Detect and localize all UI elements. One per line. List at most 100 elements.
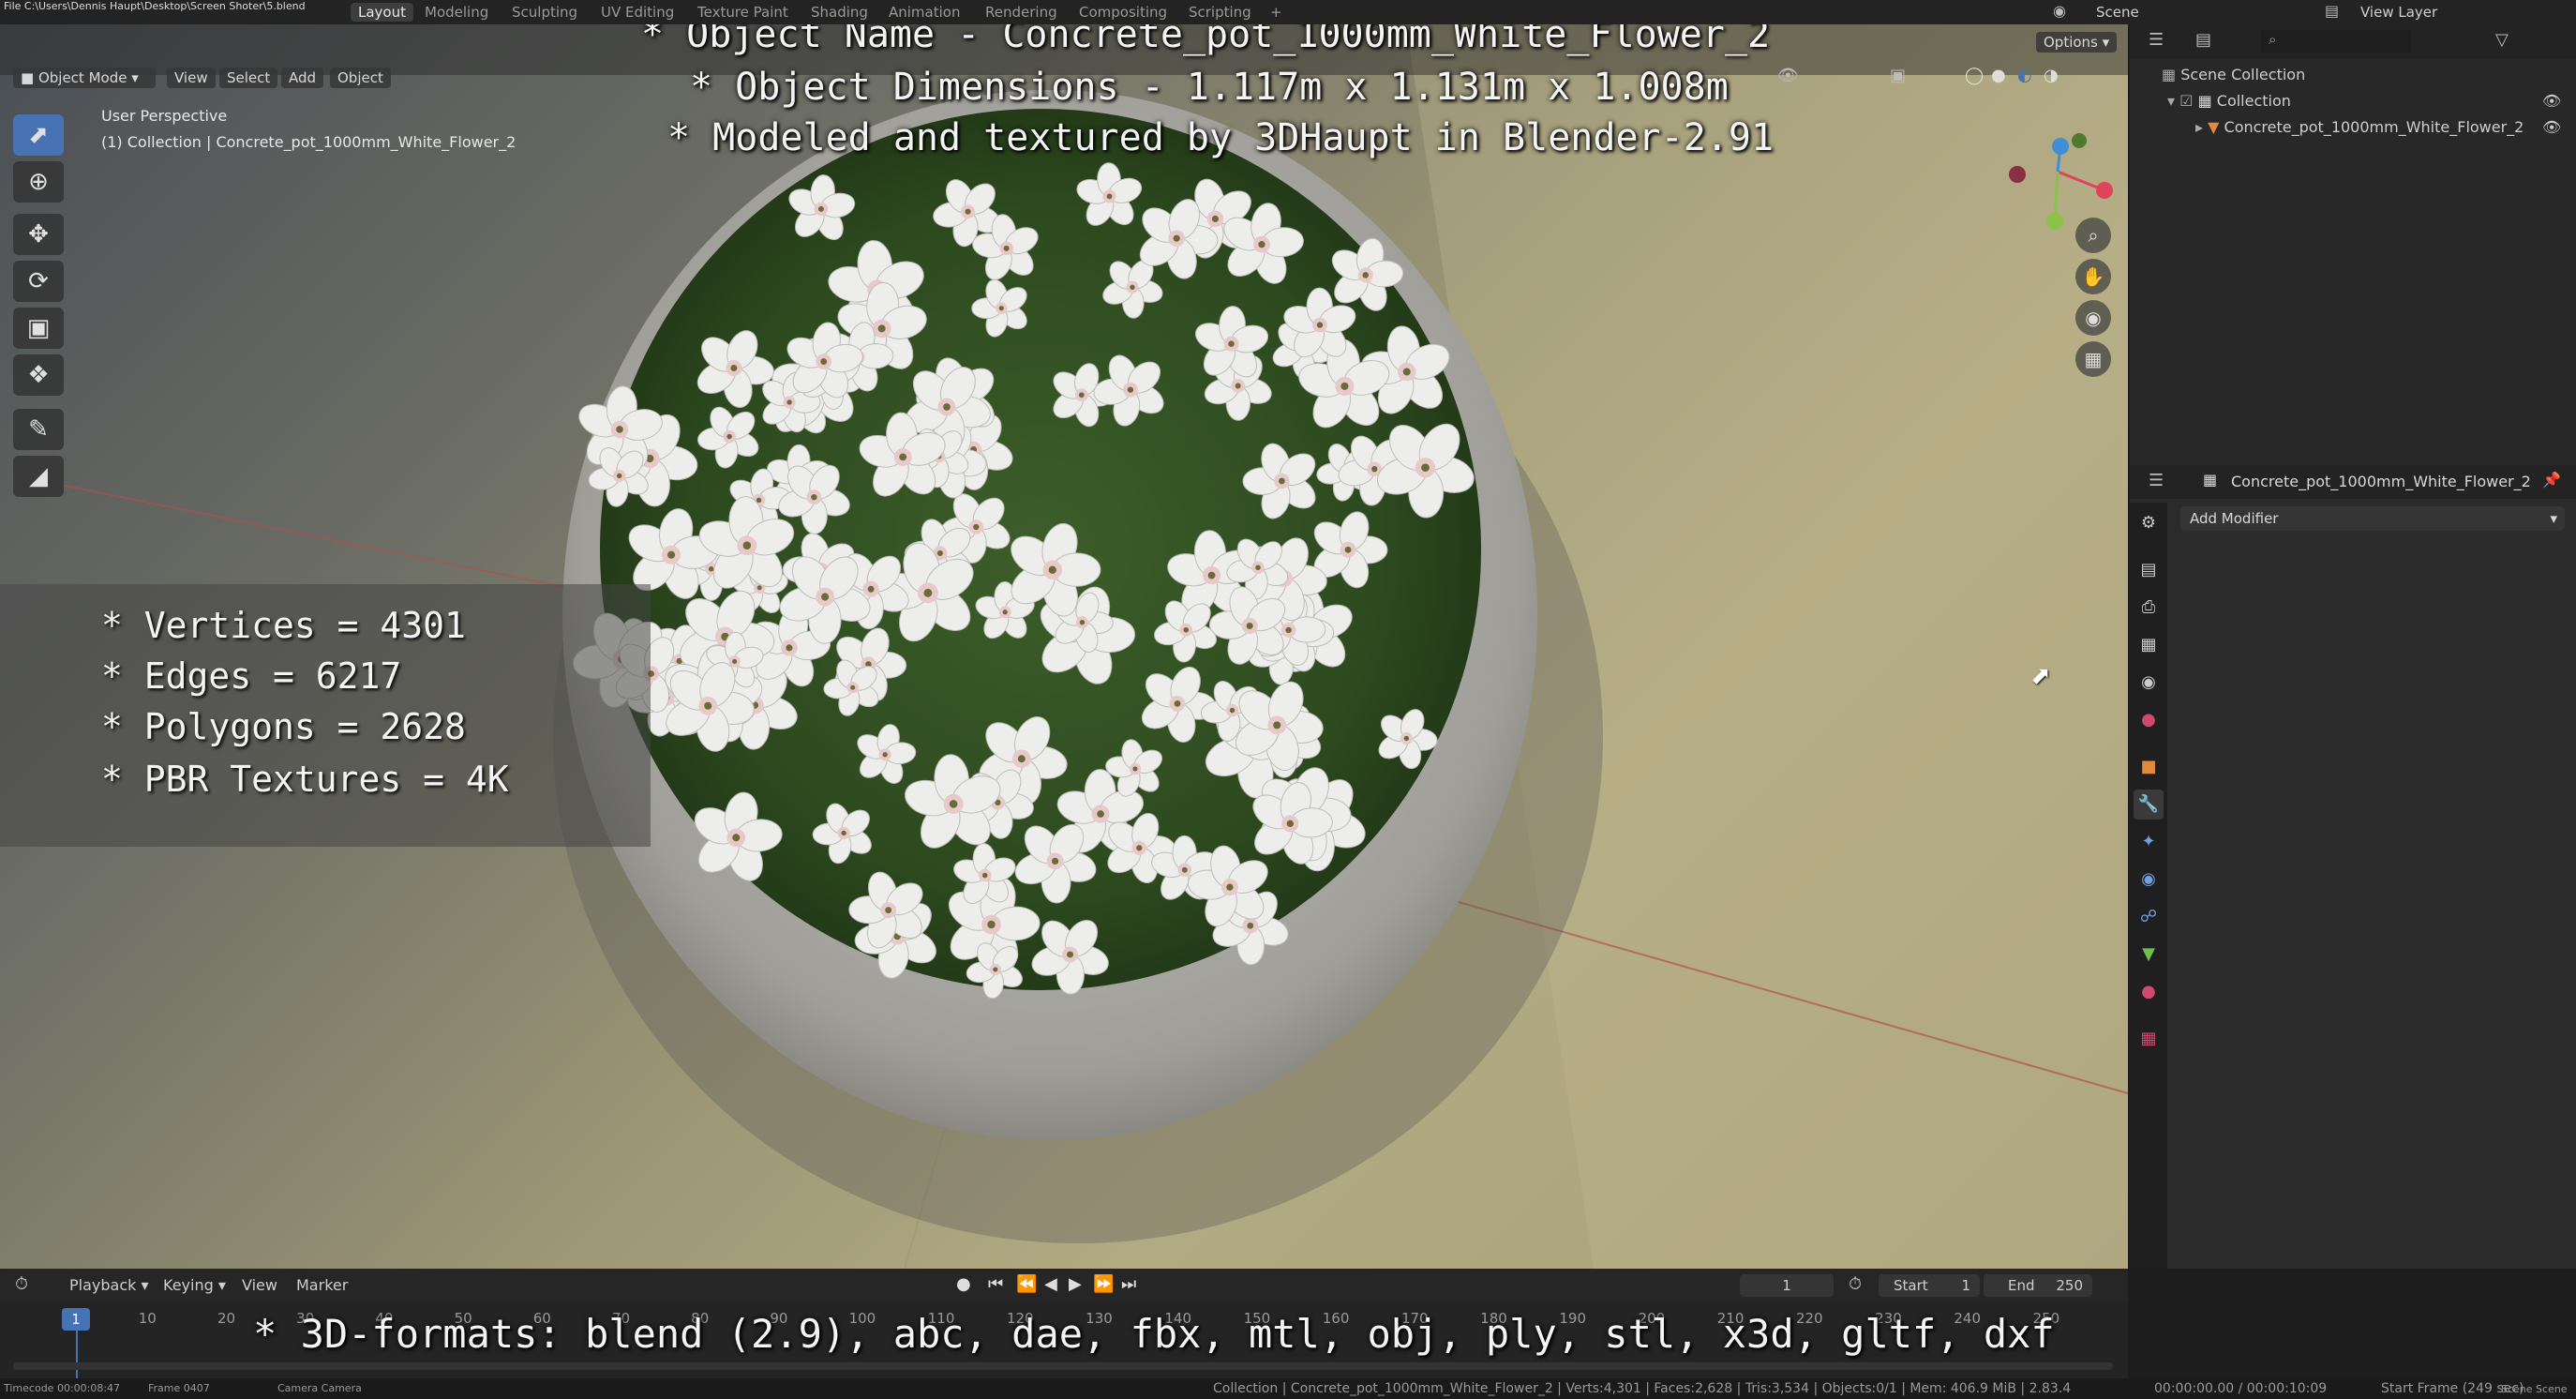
material-tab-icon[interactable]: ● <box>2134 977 2164 1007</box>
object-name-caption: * Object Name - Concrete_pot_1000mm_Whit… <box>641 24 1771 56</box>
expand-arrow-icon[interactable]: ▸ <box>2195 118 2208 136</box>
eye-icon[interactable]: 👁 <box>2542 92 2561 110</box>
measure-tool[interactable]: ◢ <box>13 456 64 497</box>
navigation-gizmo[interactable] <box>1997 111 2119 233</box>
stat-polygons: * Polygons = 2628 <box>101 706 466 747</box>
render-tab-icon[interactable]: ▤ <box>2134 555 2164 585</box>
next-keyframe-icon[interactable]: ⏩ <box>1093 1274 1114 1294</box>
rotate-tool[interactable]: ⟳ <box>13 261 64 302</box>
start-value: 1 <box>1961 1277 1970 1294</box>
mode-selector[interactable]: ■ Object Mode ▾ <box>13 68 156 88</box>
pin-icon[interactable]: 📌 <box>2542 471 2561 489</box>
play-icon[interactable]: ▶ <box>1069 1274 1082 1294</box>
outliner-row-collection[interactable]: ▾ ☑ ▦ Collection <box>2167 92 2291 110</box>
add-modifier-dropdown[interactable]: Add Modifier ▾ <box>2180 506 2565 531</box>
top-bar: File C:\Users\Dennis Haupt\Desktop\Scree… <box>0 0 2576 24</box>
tab-shading[interactable]: Shading <box>811 3 868 22</box>
eye-icon[interactable]: 👁 <box>2542 118 2561 136</box>
object-data-icon: ▦ <box>2203 471 2218 489</box>
menu-marker[interactable]: Marker <box>296 1276 348 1294</box>
properties-editor: ☰ ▦ Concrete_pot_1000mm_White_Flower_2 📌… <box>2130 465 2576 1269</box>
scale-tool[interactable]: ▣ <box>13 308 64 349</box>
scene-tab-icon[interactable]: ◉ <box>2134 668 2164 698</box>
outliner-row-object[interactable]: ▸ ▼ Concrete_pot_1000mm_White_Flower_2 <box>2195 118 2524 136</box>
tab-scripting[interactable]: Scripting <box>1189 3 1251 22</box>
annotate-tool[interactable]: ✎ <box>13 409 64 450</box>
dimensions-caption: * Object Dimensions - 1.117m x 1.131m x … <box>690 66 1729 109</box>
texture-tab-icon[interactable]: ▦ <box>2134 1024 2164 1054</box>
filter-icon[interactable]: ▽ <box>2495 30 2509 50</box>
tab-uv-editing[interactable]: UV Editing <box>601 3 674 22</box>
editor-type-icon[interactable]: ☰ <box>2149 30 2164 50</box>
checkbox-icon[interactable]: ☑ <box>2179 92 2197 110</box>
tab-sculpting[interactable]: Sculpting <box>512 3 577 22</box>
scene-selector[interactable]: Scene <box>2096 3 2139 22</box>
play-reverse-icon[interactable]: ◀ <box>1044 1274 1057 1294</box>
constraints-tab-icon[interactable]: ☍ <box>2134 902 2164 932</box>
view-layer-tab-icon[interactable]: ▦ <box>2134 630 2164 660</box>
menu-object[interactable]: Object <box>330 68 391 88</box>
rendered-shading-icon[interactable]: ◑ <box>2044 66 2059 85</box>
object-tab-icon[interactable]: ■ <box>2134 752 2164 782</box>
flower <box>788 174 856 241</box>
menu-select[interactable]: Select <box>219 68 278 88</box>
stopwatch-icon[interactable]: ⏱ <box>1849 1274 1862 1294</box>
solid-shading-icon[interactable]: ● <box>1991 66 2006 85</box>
outliner-search-input[interactable]: ⌕ <box>2261 30 2411 53</box>
menu-timeline-view[interactable]: View <box>242 1276 277 1294</box>
timeline-scrollbar[interactable] <box>13 1362 2113 1370</box>
xray-icon[interactable]: ▣ <box>1890 66 1906 85</box>
pan-hand-icon[interactable]: ✋ <box>2075 259 2111 294</box>
wireframe-shading-icon[interactable]: ◯ <box>1965 66 1984 85</box>
editor-type-icon[interactable]: ☰ <box>2149 471 2164 490</box>
expand-arrow-icon[interactable]: ▾ <box>2167 92 2179 110</box>
prev-keyframe-icon[interactable]: ⏪ <box>1016 1274 1037 1294</box>
3d-viewport[interactable]: ■ Object Mode ▾ View Select Add Object O… <box>0 24 2128 1269</box>
tab-layout[interactable]: Layout <box>351 3 413 22</box>
end-frame-field[interactable]: End 250 <box>1984 1274 2092 1297</box>
physics-tab-icon[interactable]: ◉ <box>2134 865 2164 895</box>
display-mode-icon[interactable]: ▤ <box>2195 30 2211 50</box>
flower <box>812 803 872 865</box>
visibility-icon[interactable]: 👁 <box>1777 66 1799 85</box>
view-layer-selector[interactable]: View Layer <box>2360 3 2437 22</box>
tab-compositing[interactable]: Compositing <box>1079 3 1167 22</box>
camera-view-icon[interactable]: ◉ <box>2075 300 2111 336</box>
menu-keying[interactable]: Keying ▾ <box>163 1276 226 1294</box>
tab-animation[interactable]: Animation <box>889 3 960 22</box>
zoom-icon[interactable]: ⌕ <box>2075 218 2111 253</box>
menu-view[interactable]: View <box>167 68 216 88</box>
flower <box>1331 237 1404 311</box>
world-tab-icon[interactable]: ● <box>2134 705 2164 735</box>
scene-icon[interactable]: ◉ <box>2053 2 2066 20</box>
jump-start-icon[interactable]: ⏮ <box>988 1274 1003 1294</box>
particles-tab-icon[interactable]: ✦ <box>2134 827 2164 857</box>
playhead[interactable]: 1 <box>62 1308 90 1331</box>
material-shading-icon[interactable]: ◐ <box>2017 66 2032 85</box>
add-workspace-button[interactable]: + <box>1270 3 1282 22</box>
flower <box>971 278 1027 338</box>
flower <box>857 724 917 784</box>
menu-playback[interactable]: Playback ▾ <box>69 1276 149 1294</box>
start-frame-field[interactable]: Start 1 <box>1879 1274 1980 1297</box>
perspective-toggle-icon[interactable]: ▦ <box>2075 341 2111 377</box>
move-tool[interactable]: ✥ <box>13 214 64 255</box>
tab-texture-paint[interactable]: Texture Paint <box>697 3 788 22</box>
select-box-tool[interactable]: ⬈ <box>13 114 64 156</box>
current-frame-field[interactable]: 1 <box>1740 1274 1834 1297</box>
tab-modeling[interactable]: Modeling <box>425 3 488 22</box>
outliner-row-scene-collection[interactable]: ▦ Scene Collection <box>2162 66 2305 83</box>
transform-tool[interactable]: ❖ <box>13 354 64 396</box>
mesh-data-tab-icon[interactable]: ▼ <box>2134 940 2164 970</box>
view-layer-icon[interactable]: ▤ <box>2325 2 2339 20</box>
record-icon[interactable]: ● <box>956 1274 971 1294</box>
options-button[interactable]: Options ▾ <box>2036 32 2118 53</box>
output-tab-icon[interactable]: ⎙ <box>2134 593 2164 623</box>
modifier-wrench-icon[interactable]: 🔧 <box>2134 790 2164 820</box>
editor-type-icon[interactable]: ⏱ <box>15 1274 28 1294</box>
jump-end-icon[interactable]: ⏭ <box>1121 1274 1136 1294</box>
tab-rendering[interactable]: Rendering <box>985 3 1057 22</box>
cursor-tool[interactable]: ⊕ <box>13 161 64 203</box>
menu-add[interactable]: Add <box>281 68 324 88</box>
tool-tab-icon[interactable]: ⚙ <box>2134 508 2164 538</box>
